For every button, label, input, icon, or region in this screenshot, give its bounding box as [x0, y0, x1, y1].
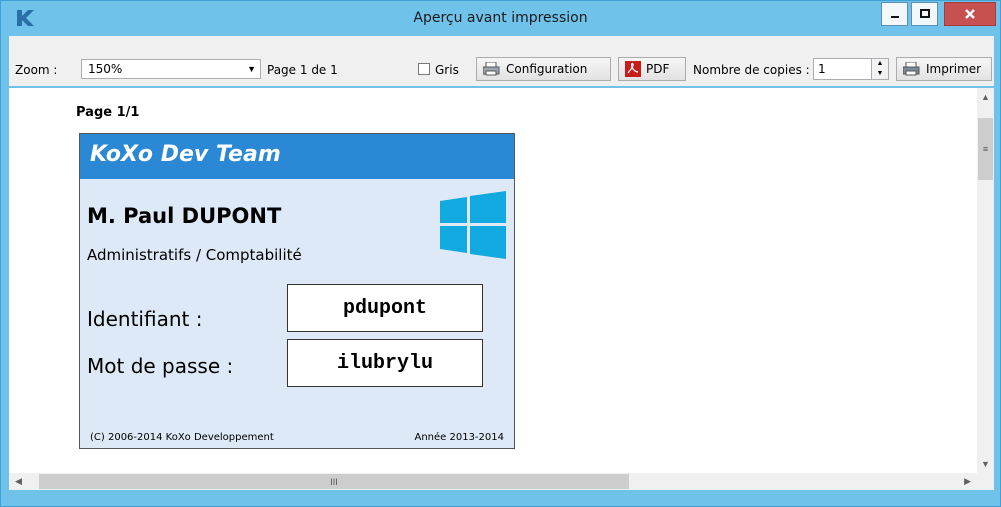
zoom-select[interactable]: 150% ▼: [81, 59, 261, 79]
close-button[interactable]: [944, 2, 996, 26]
card-department: Administratifs / Comptabilité: [87, 246, 302, 264]
badge-card: KoXo Dev Team M. Paul DUPONT Administrat…: [79, 133, 515, 449]
title-bar[interactable]: Aperçu avant impression: [1, 1, 1000, 36]
password-value: ilubrylu: [287, 339, 483, 387]
page-info: Page 1 de 1: [267, 63, 338, 77]
pdf-button[interactable]: PDF: [618, 57, 686, 81]
horizontal-scroll-thumb[interactable]: III: [39, 474, 629, 489]
stepper-arrows-icon[interactable]: ▲ ▼: [871, 59, 888, 79]
pdf-icon: [625, 61, 641, 77]
maximize-button[interactable]: [911, 2, 938, 26]
maximize-icon: [919, 9, 930, 18]
printer-icon: [903, 62, 920, 76]
zoom-value: 150%: [88, 62, 123, 76]
configuration-label: Configuration: [506, 62, 588, 76]
gray-checkbox[interactable]: [418, 63, 430, 75]
scroll-right-icon[interactable]: ▶: [964, 476, 971, 487]
print-label: Imprimer: [926, 62, 982, 76]
vertical-grip-icon: ≡: [982, 144, 989, 154]
print-preview-window: Aperçu avant impression Zoom : 150% ▼ Pa…: [0, 0, 1001, 507]
scroll-left-icon[interactable]: ◀: [15, 476, 22, 487]
horizontal-grip-icon: III: [330, 476, 338, 487]
printer-settings-icon: [483, 62, 500, 76]
scroll-down-icon[interactable]: ▼: [981, 459, 990, 469]
copies-label: Nombre de copies :: [693, 63, 810, 77]
gray-label: Gris: [435, 63, 459, 77]
pdf-label: PDF: [646, 62, 670, 76]
vertical-scrollbar[interactable]: ▲ ≡ ▼: [977, 88, 994, 473]
identifier-value: pdupont: [287, 284, 483, 332]
window-title: Aperçu avant impression: [413, 10, 588, 26]
close-icon: [965, 9, 975, 19]
configuration-button[interactable]: Configuration: [476, 57, 611, 81]
card-person-name: M. Paul DUPONT: [87, 204, 282, 228]
scroll-up-icon[interactable]: ▲: [981, 92, 990, 102]
minimize-button[interactable]: [881, 2, 908, 26]
card-year: Année 2013-2014: [414, 432, 504, 443]
card-header-title: KoXo Dev Team: [90, 142, 281, 167]
identifier-label: Identifiant :: [87, 307, 203, 331]
page-label: Page 1/1: [76, 105, 140, 120]
vertical-scroll-thumb[interactable]: ≡: [978, 118, 993, 180]
copies-value: 1: [818, 62, 826, 76]
card-header: KoXo Dev Team: [80, 134, 514, 179]
zoom-label: Zoom :: [15, 63, 58, 77]
copies-stepper[interactable]: 1 ▲ ▼: [813, 58, 889, 80]
print-button[interactable]: Imprimer: [896, 57, 992, 81]
resize-grip[interactable]: [977, 473, 994, 490]
minimize-icon: [890, 16, 899, 18]
windows-logo-icon: [440, 191, 506, 259]
preview-area[interactable]: Page 1/1 KoXo Dev Team M. Paul DUPONT Ad…: [9, 88, 977, 473]
horizontal-scrollbar[interactable]: ◀ III ▶: [9, 473, 977, 490]
password-label: Mot de passe :: [87, 354, 234, 378]
chevron-down-icon: ▼: [247, 64, 256, 74]
card-copyright: (C) 2006-2014 KoXo Developpement: [90, 432, 274, 443]
